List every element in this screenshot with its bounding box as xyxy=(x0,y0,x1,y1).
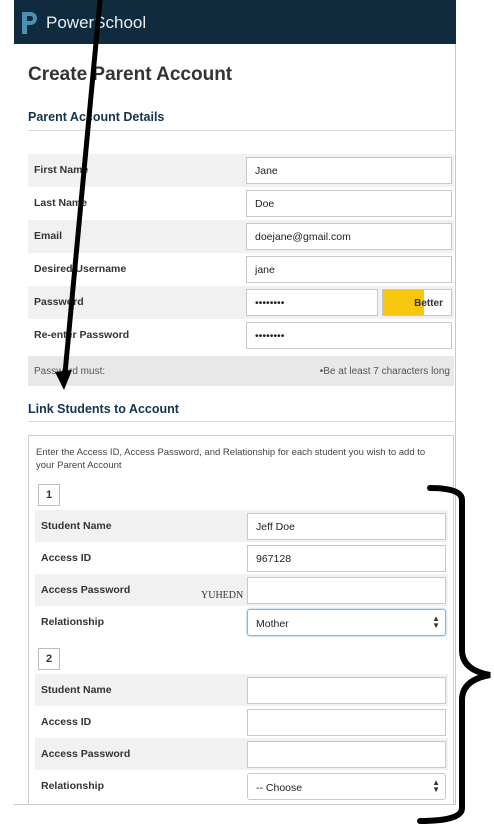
divider xyxy=(28,130,454,131)
username-label: Desired Username xyxy=(34,263,127,275)
first-name-row: First Name xyxy=(28,154,454,187)
student-number-badge: 1 xyxy=(38,484,60,506)
last-name-label: Last Name xyxy=(34,197,88,209)
select-updown-icon: ▲ ▼ xyxy=(432,614,440,630)
email-input[interactable] xyxy=(246,223,452,250)
password-row: Password Better xyxy=(28,286,454,319)
username-row: Desired Username xyxy=(28,253,454,286)
page-title: Create Parent Account xyxy=(28,64,233,85)
password-input[interactable] xyxy=(246,289,378,316)
student-2-access-id-row: Access ID xyxy=(35,706,448,738)
student-2-access-id-input[interactable] xyxy=(247,709,446,736)
password-requirements-label: Password must: xyxy=(34,366,106,377)
access-id-label: Access ID xyxy=(41,716,92,728)
first-name-input[interactable] xyxy=(246,157,452,184)
student-1-access-password-input[interactable] xyxy=(247,577,446,604)
student-2-access-password-input[interactable] xyxy=(247,741,446,768)
student-number-badge: 2 xyxy=(38,648,60,670)
brand-name: PowerSchool xyxy=(46,13,147,32)
powerschool-p-logo-icon xyxy=(22,12,40,34)
password-strength-meter: Better xyxy=(382,289,452,316)
student-2-name-input[interactable] xyxy=(247,677,446,704)
parent-account-form: First Name Last Name Email Desired Usern… xyxy=(28,154,454,386)
relationship-label: Relationship xyxy=(41,780,105,792)
link-students-box: Enter the Access ID, Access Password, an… xyxy=(28,435,454,805)
password-label: Password xyxy=(34,296,84,308)
student-1-access-id-row: Access ID xyxy=(35,542,448,574)
student-2-relationship-row: Relationship -- Choose ▲ ▼ xyxy=(35,770,448,802)
reenter-password-label: Re-enter Password xyxy=(34,329,130,341)
reenter-password-row: Re-enter Password xyxy=(28,319,454,352)
relationship-selected-value: Mother xyxy=(256,618,289,630)
select-updown-icon: ▲ ▼ xyxy=(432,778,440,794)
divider xyxy=(28,421,454,422)
first-name-label: First Name xyxy=(34,164,89,176)
password-requirements-row: Password must: •Be at least 7 characters… xyxy=(28,356,454,386)
student-name-label: Student Name xyxy=(41,520,112,532)
powerschool-page: PowerSchool Create Parent Account Parent… xyxy=(14,0,456,805)
students-section-heading: Link Students to Account xyxy=(28,402,179,416)
link-students-instructions: Enter the Access ID, Access Password, an… xyxy=(36,447,426,471)
student-1-name-input[interactable] xyxy=(247,513,446,540)
handwritten-stamp-text: YUHEDN xyxy=(201,590,244,601)
last-name-row: Last Name xyxy=(28,187,454,220)
student-1-relationship-row: Relationship Mother ▲ ▼ xyxy=(35,606,448,638)
relationship-label: Relationship xyxy=(41,616,105,628)
username-input[interactable] xyxy=(246,256,452,283)
reenter-password-input[interactable] xyxy=(246,322,452,349)
student-2-access-password-row: Access Password xyxy=(35,738,448,770)
email-label: Email xyxy=(34,230,63,242)
access-password-label: Access Password xyxy=(41,748,131,760)
student-1-relationship-select[interactable]: Mother ▲ ▼ xyxy=(247,609,446,636)
student-1-name-row: Student Name xyxy=(35,510,448,542)
relationship-selected-value: -- Choose xyxy=(256,782,303,794)
student-2-name-row: Student Name xyxy=(35,674,448,706)
student-2-relationship-select[interactable]: -- Choose ▲ ▼ xyxy=(247,773,446,800)
access-id-label: Access ID xyxy=(41,552,92,564)
student-1-access-id-input[interactable] xyxy=(247,545,446,572)
password-requirement-rule: •Be at least 7 characters long xyxy=(319,366,450,377)
top-bar: PowerSchool xyxy=(14,0,456,44)
email-row: Email xyxy=(28,220,454,253)
student-name-label: Student Name xyxy=(41,684,112,696)
access-password-label: Access Password xyxy=(41,584,131,596)
password-strength-label: Better xyxy=(414,298,443,309)
parent-section-heading: Parent Account Details xyxy=(28,110,165,124)
last-name-input[interactable] xyxy=(246,190,452,217)
